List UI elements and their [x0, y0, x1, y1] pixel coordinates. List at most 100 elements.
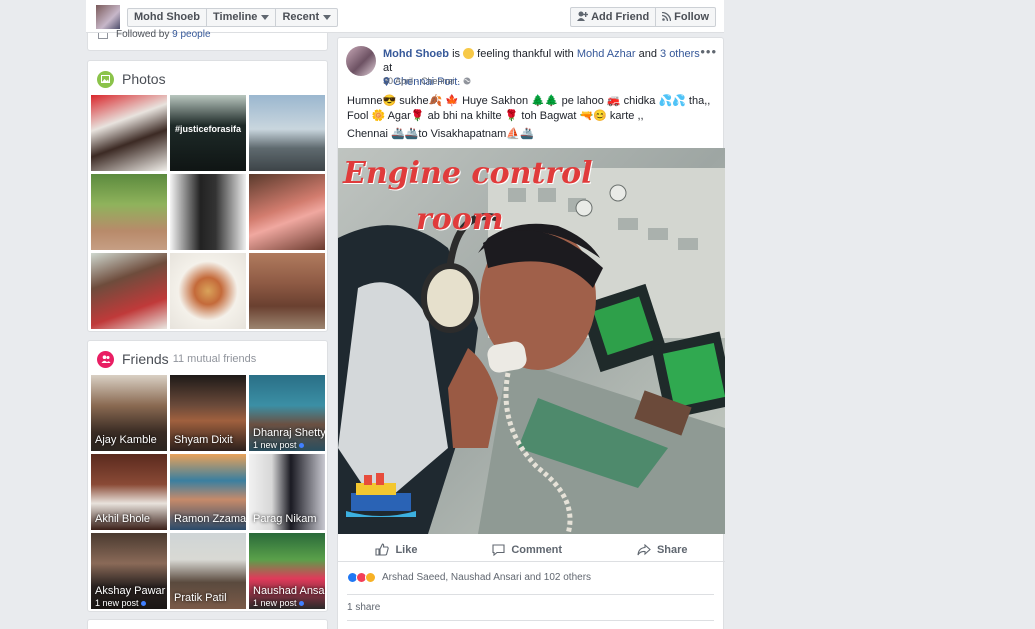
followed-by-prefix: Followed by — [116, 29, 170, 40]
friend-tile[interactable]: Naushad Ansari 1 new post — [249, 533, 325, 609]
followed-by-text: Followed by 9 people — [116, 29, 211, 40]
add-friend-button[interactable]: Add Friend — [570, 7, 657, 27]
photo-thumbnail[interactable] — [91, 174, 167, 250]
timeline-dropdown[interactable]: Timeline — [207, 9, 277, 26]
post-text-line: Chennai 🚢🚢to Visakhapatnam⛵🚢 — [347, 128, 534, 140]
thumbs-up-icon — [375, 543, 390, 556]
engine-room-photo — [338, 148, 725, 534]
post-is: is — [452, 48, 461, 60]
friend-name: Naushad Ansari — [253, 585, 325, 597]
reactions-summary[interactable]: Arshad Saeed, Naushad Ansari and 102 oth… — [347, 572, 591, 583]
rss-icon — [662, 11, 672, 22]
post-date-link[interactable]: 30 April — [383, 76, 413, 86]
wow-reaction-icon — [365, 572, 376, 583]
friends-header[interactable]: Friends 11 mutual friends — [97, 349, 256, 369]
friends-card: Friends 11 mutual friends Ajay Kamble Sh… — [87, 340, 328, 612]
post-author-avatar[interactable] — [346, 46, 376, 76]
profile-actions: Add Friend Follow — [570, 7, 716, 27]
photos-title: Photos — [122, 71, 166, 87]
follow-button[interactable]: Follow — [656, 7, 716, 27]
divider — [347, 594, 714, 595]
follow-label: Follow — [674, 11, 709, 23]
photo-thumbnail[interactable] — [170, 174, 246, 250]
post-body: Humne😎 sukhe🍂 🍁 Huye Sakhon 🌲🌲 pe lahoo … — [347, 94, 719, 142]
post-text-line: Fool 🌼 Agar🌹 ab bhi na khilte 🌹 toh Bagw… — [347, 110, 644, 122]
chevron-down-icon — [323, 14, 332, 20]
share-button[interactable]: Share — [637, 538, 688, 561]
photo-thumbnail[interactable] — [91, 253, 167, 329]
comment-button[interactable]: Comment — [492, 538, 562, 561]
share-icon — [637, 543, 651, 555]
tagged-friend-link[interactable]: Mohd Azhar — [577, 48, 636, 60]
friend-tile[interactable]: Parag Nikam — [249, 454, 325, 530]
mutual-friends-count[interactable]: 11 mutual friends — [173, 353, 257, 365]
recent-label: Recent — [282, 11, 320, 23]
friend-new-post: 1 new post — [253, 440, 304, 450]
divider — [347, 620, 714, 621]
friend-name: Ramon Zzaman — [174, 513, 246, 525]
timeline-post: Mohd Shoeb is feeling thankful with Mohd… — [337, 37, 725, 629]
profile-avatar[interactable] — [96, 5, 120, 29]
post-feeling: feeling thankful with — [477, 48, 574, 60]
friend-name: Parag Nikam — [253, 513, 317, 525]
profile-name-button[interactable]: Mohd Shoeb — [128, 9, 207, 26]
post-author-link[interactable]: Mohd Shoeb — [383, 48, 449, 60]
profile-nav-group: Mohd Shoeb Timeline Recent — [127, 8, 339, 27]
friends-grid: Ajay Kamble Shyam Dixit Dhanraj Shetty 1… — [91, 375, 325, 609]
timeline-label: Timeline — [213, 11, 258, 23]
photos-icon — [97, 70, 114, 88]
post-and: and — [638, 48, 657, 60]
post-options-icon[interactable]: ••• — [700, 44, 717, 59]
friend-new-post: 1 new post — [95, 598, 146, 608]
shares-count[interactable]: 1 share — [347, 602, 380, 613]
photos-header[interactable]: Photos — [97, 69, 166, 89]
share-label: Share — [656, 543, 688, 556]
photos-card: Photos #justiceforasifa — [87, 60, 328, 332]
post-actions: Like Comment Share — [338, 538, 725, 562]
friend-tile[interactable]: Akshay Pawar 1 new post — [91, 533, 167, 609]
tagged-others-link[interactable]: 3 others — [660, 48, 700, 60]
friend-tile[interactable]: Ajay Kamble — [91, 375, 167, 451]
next-section-card — [87, 619, 328, 629]
friend-name: Pratik Patil — [174, 592, 227, 604]
photo-thumbnail[interactable] — [249, 174, 325, 250]
friend-tile[interactable]: Akhil Bhole — [91, 454, 167, 530]
photo-thumbnail[interactable] — [249, 253, 325, 329]
followed-by-count-link[interactable]: 9 people — [172, 29, 210, 40]
friend-new-post: 1 new post — [253, 598, 304, 608]
comment-icon — [492, 543, 505, 556]
friends-title: Friends — [122, 351, 169, 367]
smiley-icon — [463, 48, 475, 59]
friend-name: Dhanraj Shetty — [253, 427, 325, 439]
photo-thumbnail[interactable] — [249, 95, 325, 171]
photo-caption: Engine control — [343, 156, 593, 191]
recent-dropdown[interactable]: Recent — [276, 9, 337, 26]
globe-icon[interactable] — [463, 77, 471, 85]
chevron-down-icon — [261, 14, 270, 20]
comment-label: Comment — [511, 543, 563, 556]
photo-caption: room — [416, 202, 504, 237]
add-friend-icon — [577, 11, 589, 21]
reactions-text: Arshad Saeed, Naushad Ansari and 102 oth… — [382, 572, 592, 583]
friends-icon — [97, 350, 114, 368]
post-text-line: Humne😎 sukhe🍂 🍁 Huye Sakhon 🌲🌲 pe lahoo … — [347, 95, 711, 107]
friend-name: Shyam Dixit — [174, 434, 233, 446]
friend-tile[interactable]: Shyam Dixit — [170, 375, 246, 451]
friend-name: Ajay Kamble — [95, 434, 157, 446]
photo-thumbnail[interactable] — [91, 95, 167, 171]
intro-followed-card: Followed by 9 people — [87, 29, 328, 51]
friend-name: Akshay Pawar — [95, 585, 166, 597]
like-button[interactable]: Like — [375, 538, 417, 561]
friend-name: Akhil Bhole — [95, 513, 151, 525]
photo-thumbnail[interactable] — [170, 253, 246, 329]
friend-tile[interactable]: Dhanraj Shetty 1 new post — [249, 375, 325, 451]
like-label: Like — [395, 543, 418, 556]
add-friend-label: Add Friend — [591, 11, 650, 23]
friend-tile[interactable]: Ramon Zzaman — [170, 454, 246, 530]
post-photo[interactable]: Engine control room — [338, 148, 725, 534]
followers-icon — [98, 33, 108, 39]
friend-tile[interactable]: Pratik Patil — [170, 533, 246, 609]
photo-thumbnail[interactable]: #justiceforasifa — [170, 95, 246, 171]
photos-grid: #justiceforasifa — [91, 95, 325, 329]
post-place-link[interactable]: Chennai — [421, 76, 455, 86]
